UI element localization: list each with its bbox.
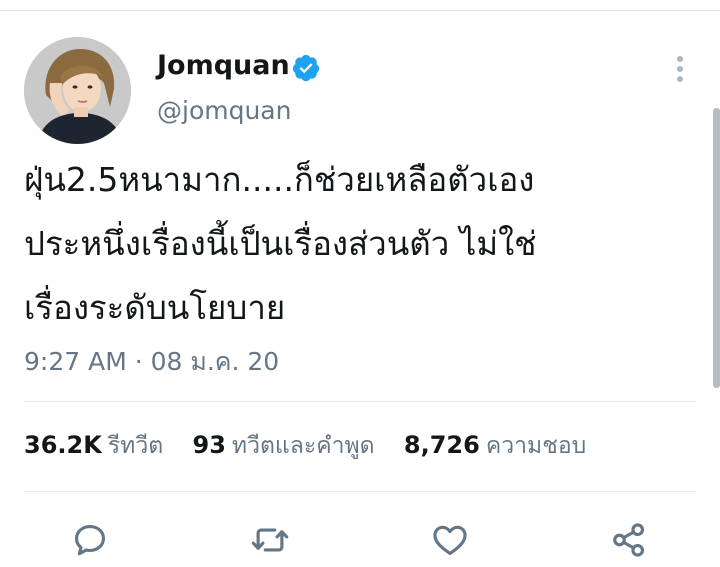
retweets-count: 36.2K xyxy=(24,431,102,459)
like-button[interactable] xyxy=(430,520,470,560)
tweet-text-line: ฝุ่น2.5หนามาก.....ก็ช่วยเหลือตัวเอง xyxy=(24,160,535,199)
top-divider xyxy=(0,10,720,11)
verified-badge-icon xyxy=(292,54,320,82)
share-button[interactable] xyxy=(609,520,649,560)
reply-button[interactable] xyxy=(70,520,110,560)
display-name[interactable]: Jomquan xyxy=(157,50,290,81)
retweet-icon xyxy=(251,528,289,552)
likes-label: ความชอบ xyxy=(485,433,587,459)
tweet-stats: 36.2K รีทวีต 93 ทวีตและคำพูด 8,726 ความชอบ xyxy=(24,428,586,464)
reply-icon xyxy=(74,524,106,556)
likes-stat[interactable]: 8,726 ความชอบ xyxy=(403,431,587,459)
scrollbar[interactable] xyxy=(713,108,720,388)
share-icon xyxy=(613,523,645,557)
quotes-count: 93 xyxy=(192,431,226,459)
retweets-label: รีทวีต xyxy=(107,433,164,459)
divider xyxy=(24,401,696,402)
retweet-button[interactable] xyxy=(250,520,290,560)
divider xyxy=(24,491,696,492)
quotes-stat[interactable]: 93 ทวีตและคำพูด xyxy=(192,431,382,459)
retweets-stat[interactable]: 36.2K รีทวีต xyxy=(24,431,171,459)
tweet-text-line: เรื่องระดับนโยบาย xyxy=(24,288,286,327)
tweet-text-line: ประหนึ่งเรื่องนี้เป็นเรื่องส่วนตัว ไม่ใช… xyxy=(24,224,537,263)
user-handle[interactable]: @jomquan xyxy=(157,96,291,125)
more-vertical-icon[interactable] xyxy=(668,54,692,84)
tweet-timestamp[interactable]: 9:27 AM · 08 ม.ค. 20 xyxy=(24,342,279,382)
avatar[interactable] xyxy=(24,37,131,144)
avatar-image xyxy=(24,37,131,144)
likes-count: 8,726 xyxy=(403,431,480,459)
tweet-text: ฝุ่น2.5หนามาก.....ก็ช่วยเหลือตัวเอง ประห… xyxy=(24,148,694,340)
quotes-label: ทวีตและคำพูด xyxy=(231,433,375,459)
heart-icon xyxy=(433,525,467,556)
